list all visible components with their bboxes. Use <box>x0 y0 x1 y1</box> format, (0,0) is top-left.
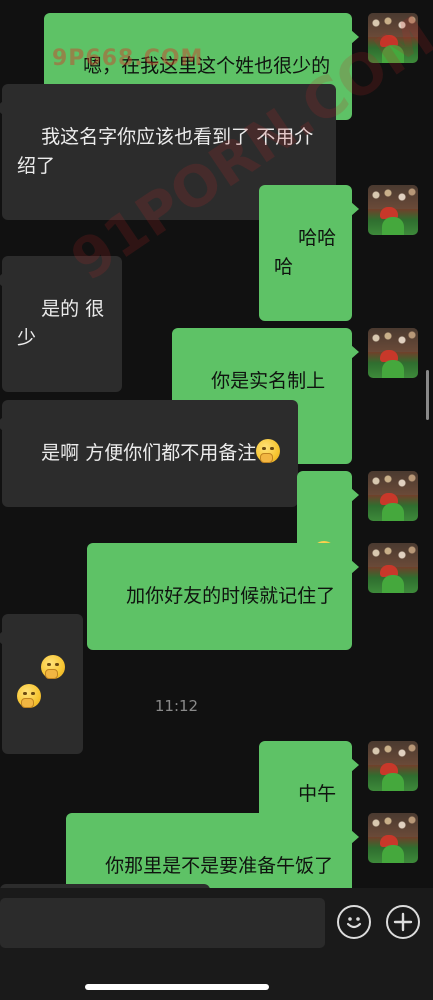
user-avatar[interactable] <box>368 185 418 235</box>
plus-circle-icon[interactable] <box>386 905 420 939</box>
chat-area: 嗯，在我这里这个姓也很少的 我这名字你应该也看到了 不用介 绍了 哈哈哈 是的 … <box>0 0 433 888</box>
user-avatar[interactable] <box>368 471 418 521</box>
thinking-face-emoji <box>256 439 281 463</box>
scrollbar[interactable] <box>426 370 429 420</box>
user-avatar[interactable] <box>368 741 418 791</box>
incoming-message[interactable] <box>0 614 83 754</box>
incoming-message[interactable]: 是的 很少 <box>0 256 122 392</box>
message-text: 加你好友的时候就记住了 <box>126 585 336 607</box>
message-timestamp: 11:12 <box>154 697 199 715</box>
user-avatar[interactable] <box>368 813 418 863</box>
home-indicator[interactable] <box>85 984 269 990</box>
outgoing-message[interactable]: 加你好友的时候就记住了 <box>87 543 359 650</box>
message-input[interactable] <box>0 898 325 948</box>
message-text: 嗯，在我这里这个姓也很少的 <box>83 55 331 77</box>
user-avatar[interactable] <box>368 13 418 63</box>
message-text: 我这名字你应该也看到了 不用介 绍了 <box>17 126 314 177</box>
user-avatar[interactable] <box>368 543 418 593</box>
smiley-face-icon[interactable] <box>337 905 371 939</box>
message-text: 是的 很少 <box>17 298 105 349</box>
user-avatar[interactable] <box>368 328 418 378</box>
outgoing-message[interactable]: 你那里是不是要准备午饭了 <box>66 813 359 888</box>
plus-glyph <box>393 912 413 932</box>
smiley-face-glyph <box>346 917 362 929</box>
message-text: 你那里是不是要准备午饭了 <box>105 855 334 877</box>
incoming-message[interactable]: 是啊 方便你们都不用备注 <box>0 400 298 507</box>
thinking-face-emoji <box>41 655 66 679</box>
message-text: 是啊 方便你们都不用备注 <box>41 442 257 464</box>
outgoing-message[interactable]: 哈哈哈 <box>259 185 359 321</box>
message-text: 哈哈哈 <box>274 227 337 278</box>
